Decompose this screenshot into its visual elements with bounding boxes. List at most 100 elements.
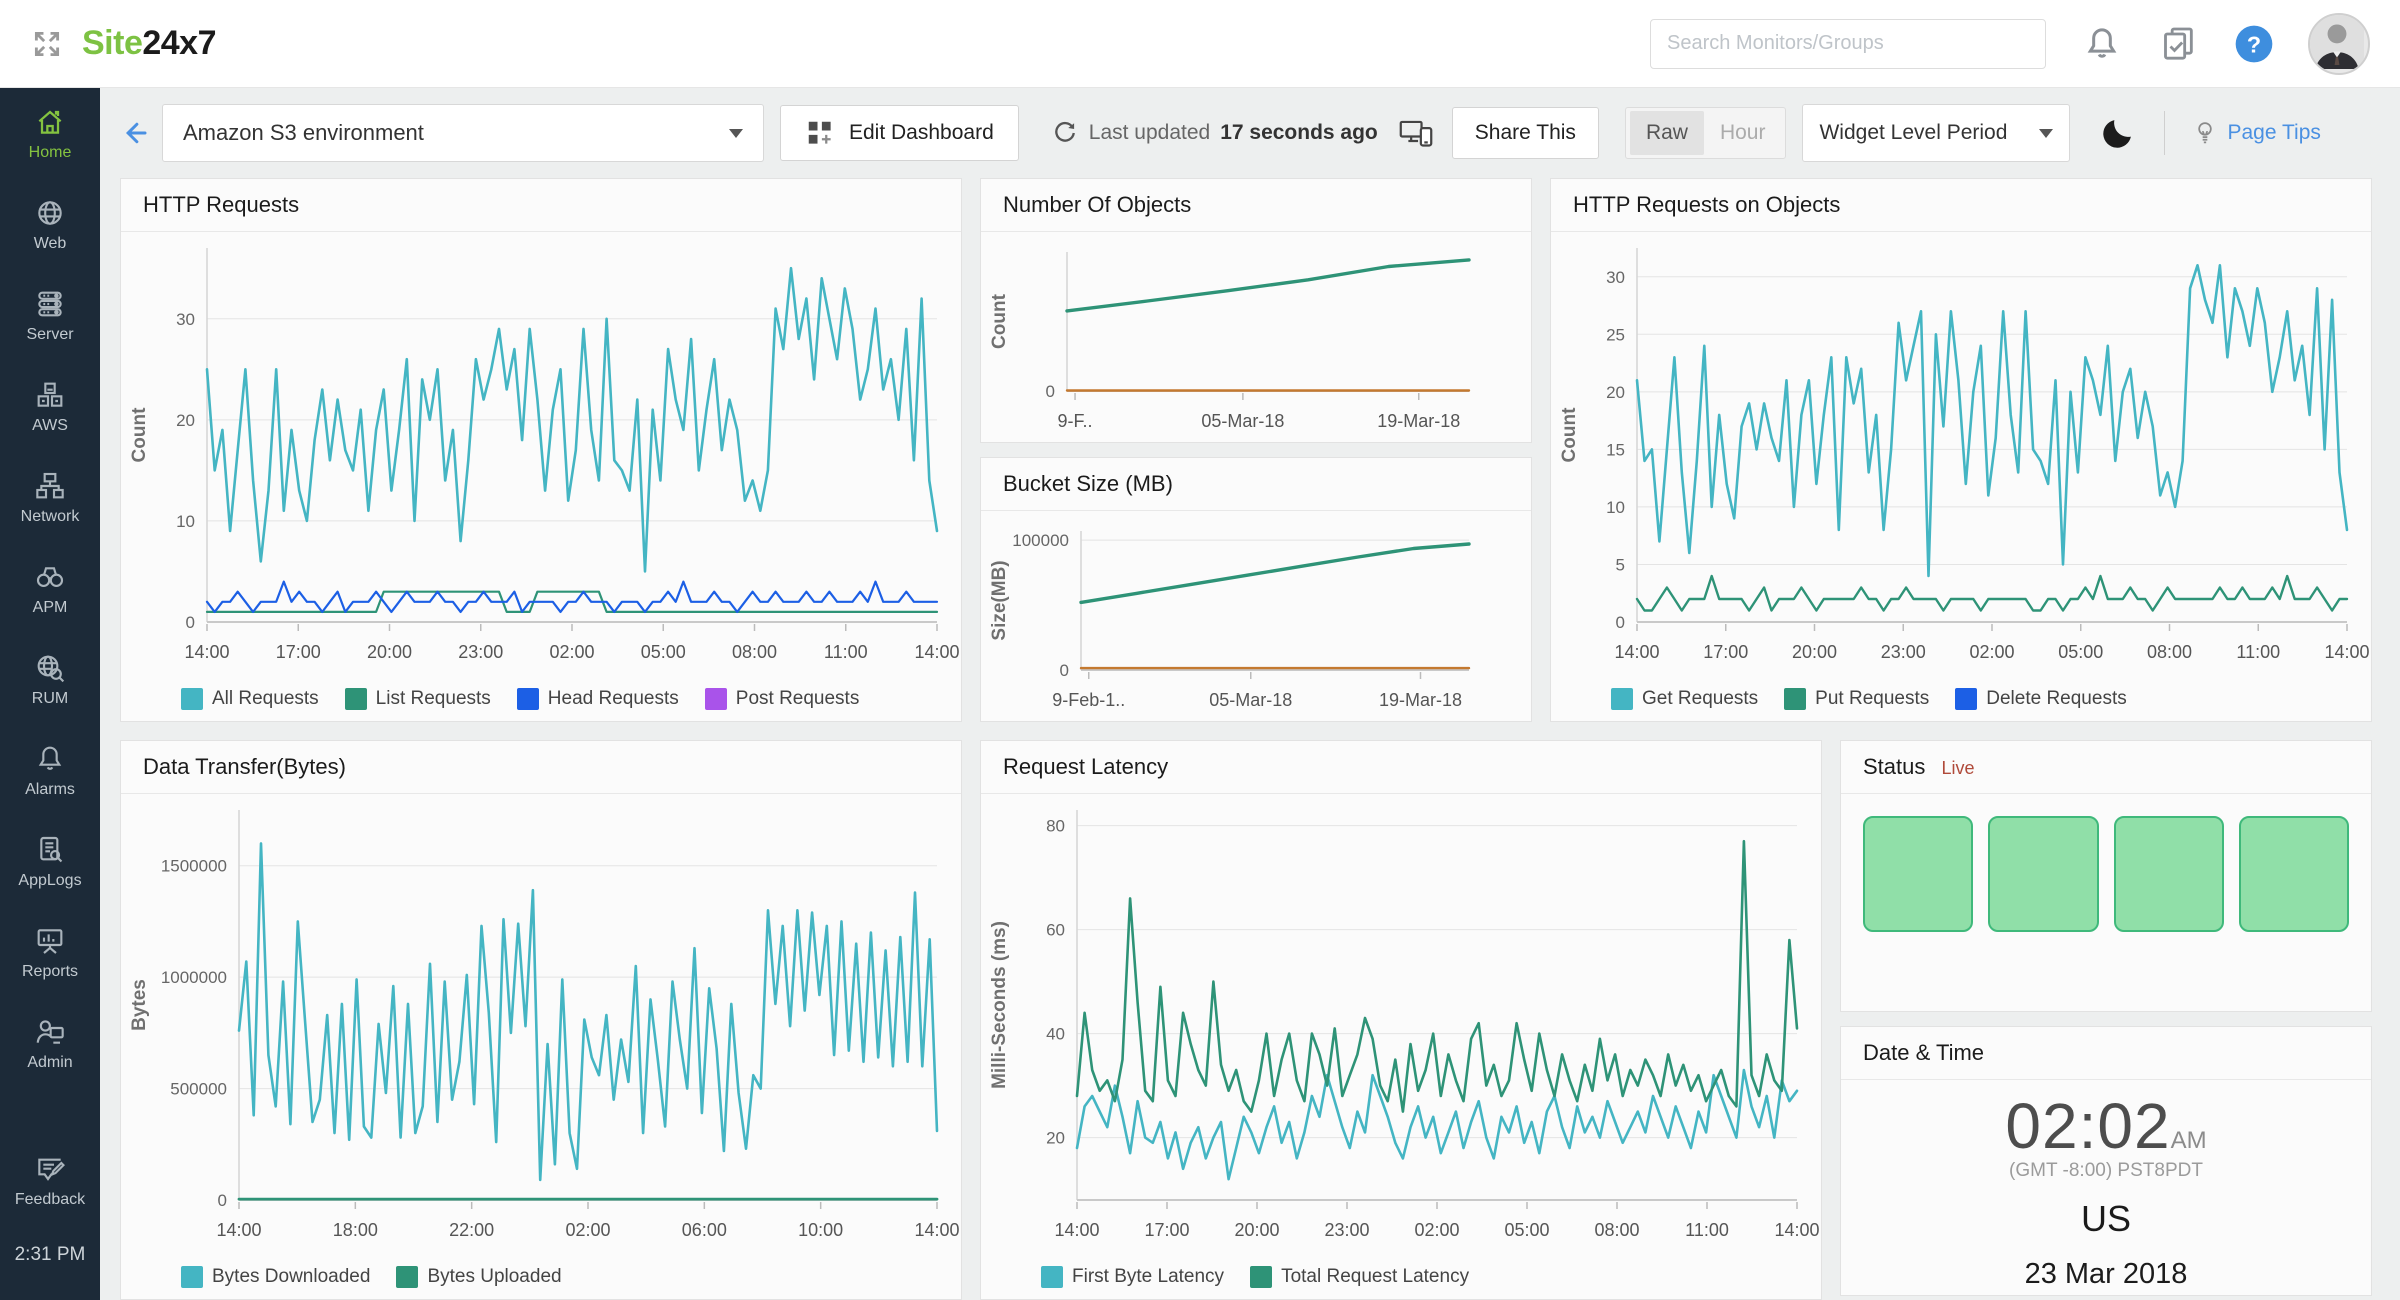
status-square[interactable] bbox=[1988, 816, 2098, 932]
legend-label: Head Requests bbox=[548, 688, 679, 710]
bell-icon[interactable] bbox=[2082, 24, 2122, 64]
data-transfer-chart[interactable]: 05000001000000150000014:0018:0022:0002:0… bbox=[121, 794, 961, 1254]
sidebar-item-aws[interactable]: AWS bbox=[0, 361, 100, 452]
panel-title: Bucket Size (MB) bbox=[981, 458, 1531, 511]
last-updated-value: 17 seconds ago bbox=[1220, 121, 1378, 145]
lightbulb-icon bbox=[2191, 118, 2219, 148]
share-this-label: Share This bbox=[1475, 121, 1576, 145]
svg-text:17:00: 17:00 bbox=[1703, 642, 1748, 662]
svg-text:14:00: 14:00 bbox=[216, 1220, 261, 1240]
back-arrow-icon[interactable] bbox=[120, 118, 150, 148]
dashboard-selector-value: Amazon S3 environment bbox=[183, 120, 424, 146]
clock-date: 23 Mar 2018 bbox=[2025, 1258, 2188, 1291]
page-tips-label: Page Tips bbox=[2227, 121, 2320, 145]
legend-item[interactable]: Put Requests bbox=[1784, 688, 1929, 710]
date-time-content: 02:02AM (GMT -8:00) PST8PDT US 23 Mar 20… bbox=[1841, 1080, 2371, 1291]
svg-text:20:00: 20:00 bbox=[1792, 642, 1837, 662]
status-square[interactable] bbox=[2114, 816, 2224, 932]
legend-item[interactable]: All Requests bbox=[181, 688, 319, 710]
svg-text:Count: Count bbox=[989, 293, 1010, 349]
svg-text:05-Mar-18: 05-Mar-18 bbox=[1201, 411, 1284, 431]
edit-dashboard-button[interactable]: Edit Dashboard bbox=[780, 105, 1019, 161]
svg-text:30: 30 bbox=[176, 310, 195, 329]
sidebar-item-home[interactable]: Home bbox=[0, 88, 100, 179]
svg-text:02:00: 02:00 bbox=[1969, 642, 2014, 662]
legend-item[interactable]: Post Requests bbox=[705, 688, 860, 710]
date-time-panel: Date & Time 02:02AM (GMT -8:00) PST8PDT … bbox=[1840, 1026, 2372, 1296]
tasks-icon[interactable] bbox=[2158, 24, 2198, 64]
legend-item[interactable]: Get Requests bbox=[1611, 688, 1758, 710]
svg-text:9-Feb-1..: 9-Feb-1.. bbox=[1052, 690, 1125, 710]
sidebar-item-network[interactable]: Network bbox=[0, 452, 100, 543]
panel-title: Date & Time bbox=[1841, 1027, 2371, 1080]
status-square[interactable] bbox=[2239, 816, 2349, 932]
applogs-document-icon bbox=[34, 834, 66, 866]
status-square[interactable] bbox=[1863, 816, 1973, 932]
legend-item[interactable]: First Byte Latency bbox=[1041, 1266, 1224, 1288]
sidebar-item-apm[interactable]: APM bbox=[0, 543, 100, 634]
request-latency-panel: Request Latency 2040608014:0017:0020:002… bbox=[980, 740, 1822, 1300]
legend-swatch bbox=[1611, 688, 1633, 710]
svg-text:17:00: 17:00 bbox=[1144, 1220, 1189, 1240]
site24x7-logo[interactable]: Site24x7 bbox=[82, 24, 216, 63]
sidebar-item-admin[interactable]: Admin bbox=[0, 998, 100, 1089]
svg-text:02:00: 02:00 bbox=[1414, 1220, 1459, 1240]
widget-level-period-selector[interactable]: Widget Level Period bbox=[1802, 104, 2070, 162]
search-input[interactable] bbox=[1650, 19, 2046, 69]
help-icon[interactable]: ? bbox=[2234, 24, 2274, 64]
http-requests-chart[interactable]: 010203014:0017:0020:0023:0002:0005:0008:… bbox=[121, 232, 961, 676]
legend-swatch bbox=[1250, 1266, 1272, 1288]
night-mode-moon-icon[interactable] bbox=[2100, 115, 2136, 151]
legend-item[interactable]: Bytes Uploaded bbox=[396, 1266, 561, 1288]
devices-icon[interactable] bbox=[1398, 116, 1434, 150]
status-panel: Status Live bbox=[1840, 740, 2372, 1012]
svg-text:11:00: 11:00 bbox=[1685, 1220, 1729, 1240]
svg-text:14:00: 14:00 bbox=[2324, 642, 2369, 662]
svg-text:19-Mar-18: 19-Mar-18 bbox=[1377, 411, 1460, 431]
legend-item[interactable]: Delete Requests bbox=[1955, 688, 2126, 710]
legend-swatch bbox=[181, 1266, 203, 1288]
legend-label: First Byte Latency bbox=[1072, 1266, 1224, 1288]
svg-text:?: ? bbox=[2247, 31, 2261, 57]
dashboard-selector[interactable]: Amazon S3 environment bbox=[162, 104, 764, 162]
granularity-hour[interactable]: Hour bbox=[1704, 111, 1782, 155]
panel-title: Data Transfer(Bytes) bbox=[121, 741, 961, 794]
granularity-raw[interactable]: Raw bbox=[1630, 111, 1704, 155]
svg-text:20:00: 20:00 bbox=[1234, 1220, 1279, 1240]
svg-text:10:00: 10:00 bbox=[798, 1220, 843, 1240]
legend-item[interactable]: Head Requests bbox=[517, 688, 679, 710]
toolbar-divider bbox=[2164, 111, 2165, 155]
sidebar-item-server[interactable]: Server bbox=[0, 270, 100, 361]
legend-label: Get Requests bbox=[1642, 688, 1758, 710]
expand-icon[interactable] bbox=[30, 27, 64, 61]
refresh-icon[interactable] bbox=[1051, 119, 1079, 147]
share-this-button[interactable]: Share This bbox=[1452, 107, 1599, 159]
bucket-size-chart[interactable]: 01000009-Feb-1..05-Mar-1819-Mar-18Size(M… bbox=[981, 511, 1531, 722]
legend-item[interactable]: Bytes Downloaded bbox=[181, 1266, 370, 1288]
granularity-toggle: Raw Hour bbox=[1625, 107, 1787, 159]
edit-dashboard-label: Edit Dashboard bbox=[849, 121, 994, 145]
avatar[interactable] bbox=[2308, 13, 2370, 75]
svg-text:23:00: 23:00 bbox=[1881, 642, 1926, 662]
http-requests-on-objects-chart[interactable]: 05101520253014:0017:0020:0023:0002:0005:… bbox=[1551, 232, 2371, 676]
sidebar-item-feedback[interactable]: Feedback bbox=[0, 1135, 100, 1226]
legend-swatch bbox=[1784, 688, 1806, 710]
sidebar-item-reports[interactable]: Reports bbox=[0, 907, 100, 998]
sidebar-item-rum[interactable]: RUM bbox=[0, 634, 100, 725]
svg-text:14:00: 14:00 bbox=[914, 1220, 959, 1240]
svg-text:14:00: 14:00 bbox=[1614, 642, 1659, 662]
legend-item[interactable]: List Requests bbox=[345, 688, 491, 710]
sidebar-item-label: APM bbox=[33, 599, 68, 617]
legend-item[interactable]: Total Request Latency bbox=[1250, 1266, 1469, 1288]
sidebar-item-applogs[interactable]: AppLogs bbox=[0, 816, 100, 907]
bell-icon bbox=[34, 743, 66, 775]
svg-text:14:00: 14:00 bbox=[914, 642, 959, 662]
legend-label: Bytes Uploaded bbox=[427, 1266, 561, 1288]
svg-text:0: 0 bbox=[1616, 613, 1625, 632]
request-latency-chart[interactable]: 2040608014:0017:0020:0023:0002:0005:0008… bbox=[981, 794, 1821, 1254]
page-tips-link[interactable]: Page Tips bbox=[2191, 118, 2320, 148]
sidebar-nav: HomeWebServerAWSNetwork APM RUMAlarmsAppLo… bbox=[0, 88, 100, 1300]
sidebar-item-alarms[interactable]: Alarms bbox=[0, 725, 100, 816]
number-of-objects-chart[interactable]: 09-F..05-Mar-1819-Mar-18Count bbox=[981, 232, 1531, 443]
sidebar-item-web[interactable]: Web bbox=[0, 179, 100, 270]
